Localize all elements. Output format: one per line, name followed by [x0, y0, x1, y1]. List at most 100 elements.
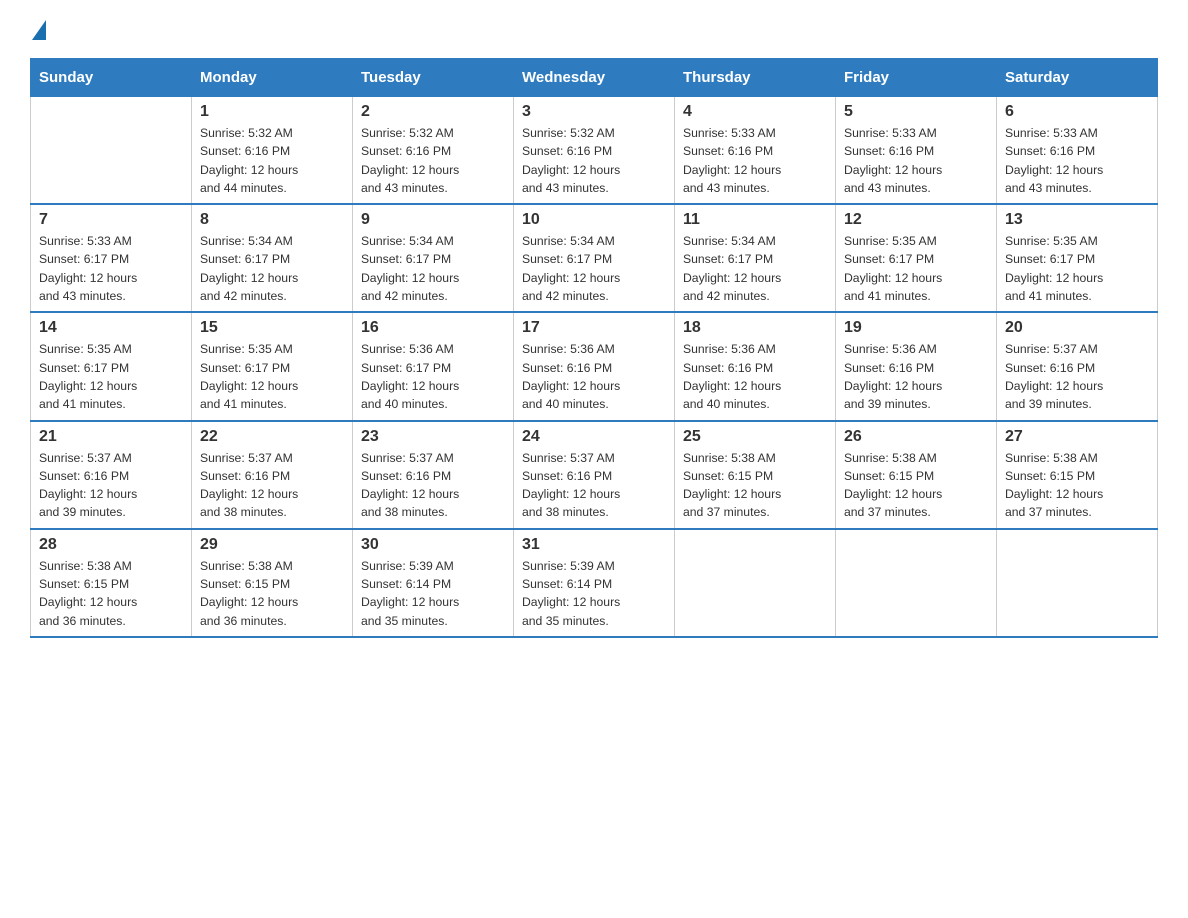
day-number: 12 — [844, 211, 988, 229]
day-info: Sunrise: 5:37 AM Sunset: 6:16 PM Dayligh… — [522, 449, 666, 522]
calendar-cell — [675, 529, 836, 637]
calendar-cell: 13Sunrise: 5:35 AM Sunset: 6:17 PM Dayli… — [997, 204, 1158, 312]
day-info: Sunrise: 5:34 AM Sunset: 6:17 PM Dayligh… — [200, 232, 344, 305]
day-number: 22 — [200, 428, 344, 446]
calendar-cell: 21Sunrise: 5:37 AM Sunset: 6:16 PM Dayli… — [31, 421, 192, 529]
day-info: Sunrise: 5:34 AM Sunset: 6:17 PM Dayligh… — [361, 232, 505, 305]
day-info: Sunrise: 5:33 AM Sunset: 6:16 PM Dayligh… — [844, 124, 988, 197]
weekday-header-friday: Friday — [836, 59, 997, 97]
calendar-cell: 2 Sunrise: 5:32 AM Sunset: 6:16 PM Daylig… — [353, 97, 514, 205]
calendar-cell: 11 Sunrise: 5:34 AM Sunset: 6:17 PM Dayli… — [675, 204, 836, 312]
calendar-cell: 1 Sunrise: 5:32 AM Sunset: 6:16 PM Daylig… — [192, 97, 353, 205]
weekday-header-thursday: Thursday — [675, 59, 836, 97]
day-info: Sunrise: 5:33 AM Sunset: 6:17 PM Dayligh… — [39, 232, 183, 305]
calendar-cell: 10Sunrise: 5:34 AM Sunset: 6:17 PM Dayli… — [514, 204, 675, 312]
calendar-cell: 4 Sunrise: 5:33 AM Sunset: 6:16 PM Daylig… — [675, 97, 836, 205]
day-number: 11 — [683, 211, 827, 229]
day-info: Sunrise: 5:39 AM Sunset: 6:14 PM Dayligh… — [522, 557, 666, 630]
weekday-header-wednesday: Wednesday — [514, 59, 675, 97]
day-number: 28 — [39, 536, 183, 554]
calendar-cell: 7Sunrise: 5:33 AM Sunset: 6:17 PM Daylig… — [31, 204, 192, 312]
day-info: Sunrise: 5:37 AM Sunset: 6:16 PM Dayligh… — [200, 449, 344, 522]
day-number: 26 — [844, 428, 988, 446]
day-info: Sunrise: 5:36 AM Sunset: 6:16 PM Dayligh… — [522, 340, 666, 413]
day-info: Sunrise: 5:37 AM Sunset: 6:16 PM Dayligh… — [39, 449, 183, 522]
day-info: Sunrise: 5:37 AM Sunset: 6:16 PM Dayligh… — [1005, 340, 1149, 413]
calendar-cell: 6 Sunrise: 5:33 AM Sunset: 6:16 PM Daylig… — [997, 97, 1158, 205]
day-info: Sunrise: 5:35 AM Sunset: 6:17 PM Dayligh… — [844, 232, 988, 305]
day-info: Sunrise: 5:37 AM Sunset: 6:16 PM Dayligh… — [361, 449, 505, 522]
calendar-body: 1 Sunrise: 5:32 AM Sunset: 6:16 PM Daylig… — [31, 97, 1158, 637]
day-info: Sunrise: 5:35 AM Sunset: 6:17 PM Dayligh… — [200, 340, 344, 413]
calendar-cell: 15 Sunrise: 5:35 AM Sunset: 6:17 PM Dayli… — [192, 312, 353, 420]
calendar-cell: 17Sunrise: 5:36 AM Sunset: 6:16 PM Dayli… — [514, 312, 675, 420]
calendar-cell: 29 Sunrise: 5:38 AM Sunset: 6:15 PM Dayli… — [192, 529, 353, 637]
calendar-cell: 22 Sunrise: 5:37 AM Sunset: 6:16 PM Dayli… — [192, 421, 353, 529]
day-number: 30 — [361, 536, 505, 554]
day-number: 25 — [683, 428, 827, 446]
weekday-header-row: SundayMondayTuesdayWednesdayThursdayFrid… — [31, 59, 1158, 97]
day-number: 2 — [361, 103, 505, 121]
day-info: Sunrise: 5:33 AM Sunset: 6:16 PM Dayligh… — [683, 124, 827, 197]
calendar-cell: 20 Sunrise: 5:37 AM Sunset: 6:16 PM Dayli… — [997, 312, 1158, 420]
calendar-cell: 26 Sunrise: 5:38 AM Sunset: 6:15 PM Dayli… — [836, 421, 997, 529]
weekday-header-monday: Monday — [192, 59, 353, 97]
day-number: 4 — [683, 103, 827, 121]
day-number: 23 — [361, 428, 505, 446]
calendar-table: SundayMondayTuesdayWednesdayThursdayFrid… — [30, 58, 1158, 638]
day-number: 9 — [361, 211, 505, 229]
day-info: Sunrise: 5:36 AM Sunset: 6:17 PM Dayligh… — [361, 340, 505, 413]
day-info: Sunrise: 5:38 AM Sunset: 6:15 PM Dayligh… — [1005, 449, 1149, 522]
day-number: 24 — [522, 428, 666, 446]
calendar-cell: 19Sunrise: 5:36 AM Sunset: 6:16 PM Dayli… — [836, 312, 997, 420]
day-info: Sunrise: 5:32 AM Sunset: 6:16 PM Dayligh… — [200, 124, 344, 197]
day-number: 19 — [844, 319, 988, 337]
calendar-cell — [997, 529, 1158, 637]
day-number: 8 — [200, 211, 344, 229]
day-info: Sunrise: 5:36 AM Sunset: 6:16 PM Dayligh… — [683, 340, 827, 413]
calendar-cell: 25Sunrise: 5:38 AM Sunset: 6:15 PM Dayli… — [675, 421, 836, 529]
day-number: 15 — [200, 319, 344, 337]
day-number: 14 — [39, 319, 183, 337]
day-info: Sunrise: 5:38 AM Sunset: 6:15 PM Dayligh… — [39, 557, 183, 630]
day-info: Sunrise: 5:35 AM Sunset: 6:17 PM Dayligh… — [1005, 232, 1149, 305]
day-number: 16 — [361, 319, 505, 337]
calendar-cell: 16 Sunrise: 5:36 AM Sunset: 6:17 PM Dayli… — [353, 312, 514, 420]
calendar-header: SundayMondayTuesdayWednesdayThursdayFrid… — [31, 59, 1158, 97]
calendar-cell: 3Sunrise: 5:32 AM Sunset: 6:16 PM Daylig… — [514, 97, 675, 205]
day-number: 20 — [1005, 319, 1149, 337]
calendar-cell: 9 Sunrise: 5:34 AM Sunset: 6:17 PM Daylig… — [353, 204, 514, 312]
calendar-cell: 5 Sunrise: 5:33 AM Sunset: 6:16 PM Daylig… — [836, 97, 997, 205]
calendar-cell: 28 Sunrise: 5:38 AM Sunset: 6:15 PM Dayli… — [31, 529, 192, 637]
day-number: 6 — [1005, 103, 1149, 121]
page-header — [30, 20, 1158, 38]
calendar-week-row: 7Sunrise: 5:33 AM Sunset: 6:17 PM Daylig… — [31, 204, 1158, 312]
calendar-cell: 27 Sunrise: 5:38 AM Sunset: 6:15 PM Dayli… — [997, 421, 1158, 529]
weekday-header-tuesday: Tuesday — [353, 59, 514, 97]
calendar-cell — [31, 97, 192, 205]
day-number: 29 — [200, 536, 344, 554]
day-number: 27 — [1005, 428, 1149, 446]
calendar-week-row: 28 Sunrise: 5:38 AM Sunset: 6:15 PM Dayli… — [31, 529, 1158, 637]
calendar-week-row: 14 Sunrise: 5:35 AM Sunset: 6:17 PM Dayli… — [31, 312, 1158, 420]
logo-triangle-icon — [32, 20, 46, 40]
day-number: 31 — [522, 536, 666, 554]
day-info: Sunrise: 5:38 AM Sunset: 6:15 PM Dayligh… — [844, 449, 988, 522]
calendar-cell: 8 Sunrise: 5:34 AM Sunset: 6:17 PM Daylig… — [192, 204, 353, 312]
day-info: Sunrise: 5:33 AM Sunset: 6:16 PM Dayligh… — [1005, 124, 1149, 197]
day-number: 1 — [200, 103, 344, 121]
weekday-header-saturday: Saturday — [997, 59, 1158, 97]
day-number: 5 — [844, 103, 988, 121]
calendar-cell: 23 Sunrise: 5:37 AM Sunset: 6:16 PM Dayli… — [353, 421, 514, 529]
day-info: Sunrise: 5:35 AM Sunset: 6:17 PM Dayligh… — [39, 340, 183, 413]
calendar-cell: 12 Sunrise: 5:35 AM Sunset: 6:17 PM Dayli… — [836, 204, 997, 312]
calendar-cell: 14 Sunrise: 5:35 AM Sunset: 6:17 PM Dayli… — [31, 312, 192, 420]
weekday-header-sunday: Sunday — [31, 59, 192, 97]
calendar-cell: 31 Sunrise: 5:39 AM Sunset: 6:14 PM Dayli… — [514, 529, 675, 637]
day-info: Sunrise: 5:39 AM Sunset: 6:14 PM Dayligh… — [361, 557, 505, 630]
day-info: Sunrise: 5:32 AM Sunset: 6:16 PM Dayligh… — [361, 124, 505, 197]
day-number: 18 — [683, 319, 827, 337]
day-info: Sunrise: 5:38 AM Sunset: 6:15 PM Dayligh… — [200, 557, 344, 630]
day-number: 3 — [522, 103, 666, 121]
day-info: Sunrise: 5:34 AM Sunset: 6:17 PM Dayligh… — [683, 232, 827, 305]
